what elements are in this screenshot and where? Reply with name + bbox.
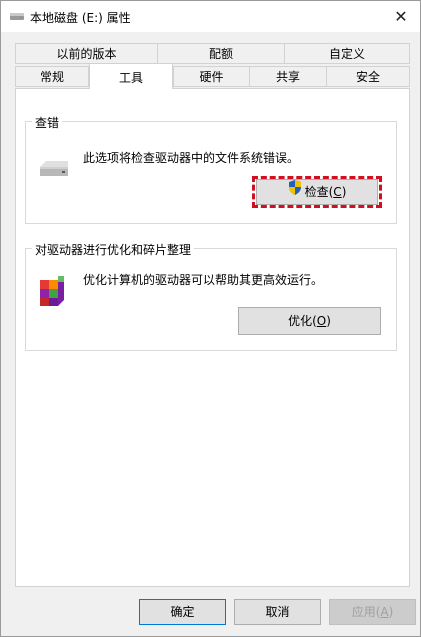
tab-general[interactable]: 常规 bbox=[15, 66, 89, 87]
error-check-description: 此选项将检查驱动器中的文件系统错误。 bbox=[83, 151, 300, 165]
optimize-group: 对驱动器进行优化和碎片整理 优化计算机的驱动器可以帮助其更高效运行。 bbox=[25, 241, 397, 351]
defrag-icon bbox=[36, 274, 68, 311]
apply-button[interactable]: 应用(A) bbox=[329, 599, 416, 625]
tab-sharing[interactable]: 共享 bbox=[249, 66, 327, 87]
title-bar[interactable]: 本地磁盘 (E:) 属性 ✕ bbox=[1, 1, 420, 32]
optimize-button[interactable]: 优化(O) bbox=[238, 307, 381, 335]
window-title: 本地磁盘 (E:) 属性 bbox=[30, 11, 131, 25]
tools-panel: 查错 此选项将检查驱动器中的文件系统错误。 对驱动器进行优化和碎片整理 优化计算… bbox=[15, 88, 410, 587]
optimize-description: 优化计算机的驱动器可以帮助其更高效运行。 bbox=[83, 273, 324, 287]
tab-hardware[interactable]: 硬件 bbox=[173, 66, 250, 87]
error-check-title: 查错 bbox=[32, 114, 63, 131]
tab-quota[interactable]: 配额 bbox=[157, 43, 285, 64]
check-button-highlight bbox=[252, 176, 382, 208]
tab-row-2: 常规 工具 硬件 共享 安全 bbox=[15, 63, 410, 89]
optimize-title: 对驱动器进行优化和碎片整理 bbox=[32, 241, 195, 258]
optimize-button-label: 优化(O) bbox=[288, 314, 331, 328]
tab-security[interactable]: 安全 bbox=[326, 66, 410, 87]
footer-bar: 确定 取消 应用(A) bbox=[1, 588, 420, 636]
drive-title-icon bbox=[9, 10, 25, 25]
tab-row-1: 以前的版本 配额 自定义 bbox=[15, 43, 410, 65]
cancel-button[interactable]: 取消 bbox=[234, 599, 321, 625]
tab-customize[interactable]: 自定义 bbox=[284, 43, 410, 64]
properties-dialog: 本地磁盘 (E:) 属性 ✕ 以前的版本 配额 自定义 常规 工具 硬件 共享 … bbox=[0, 0, 421, 637]
error-check-group: 查错 此选项将检查驱动器中的文件系统错误。 bbox=[25, 114, 397, 224]
drive-icon bbox=[38, 157, 70, 184]
ok-button[interactable]: 确定 bbox=[139, 599, 226, 625]
tab-previous-versions[interactable]: 以前的版本 bbox=[15, 43, 158, 64]
close-button[interactable]: ✕ bbox=[382, 1, 420, 32]
tab-tools[interactable]: 工具 bbox=[89, 63, 173, 89]
